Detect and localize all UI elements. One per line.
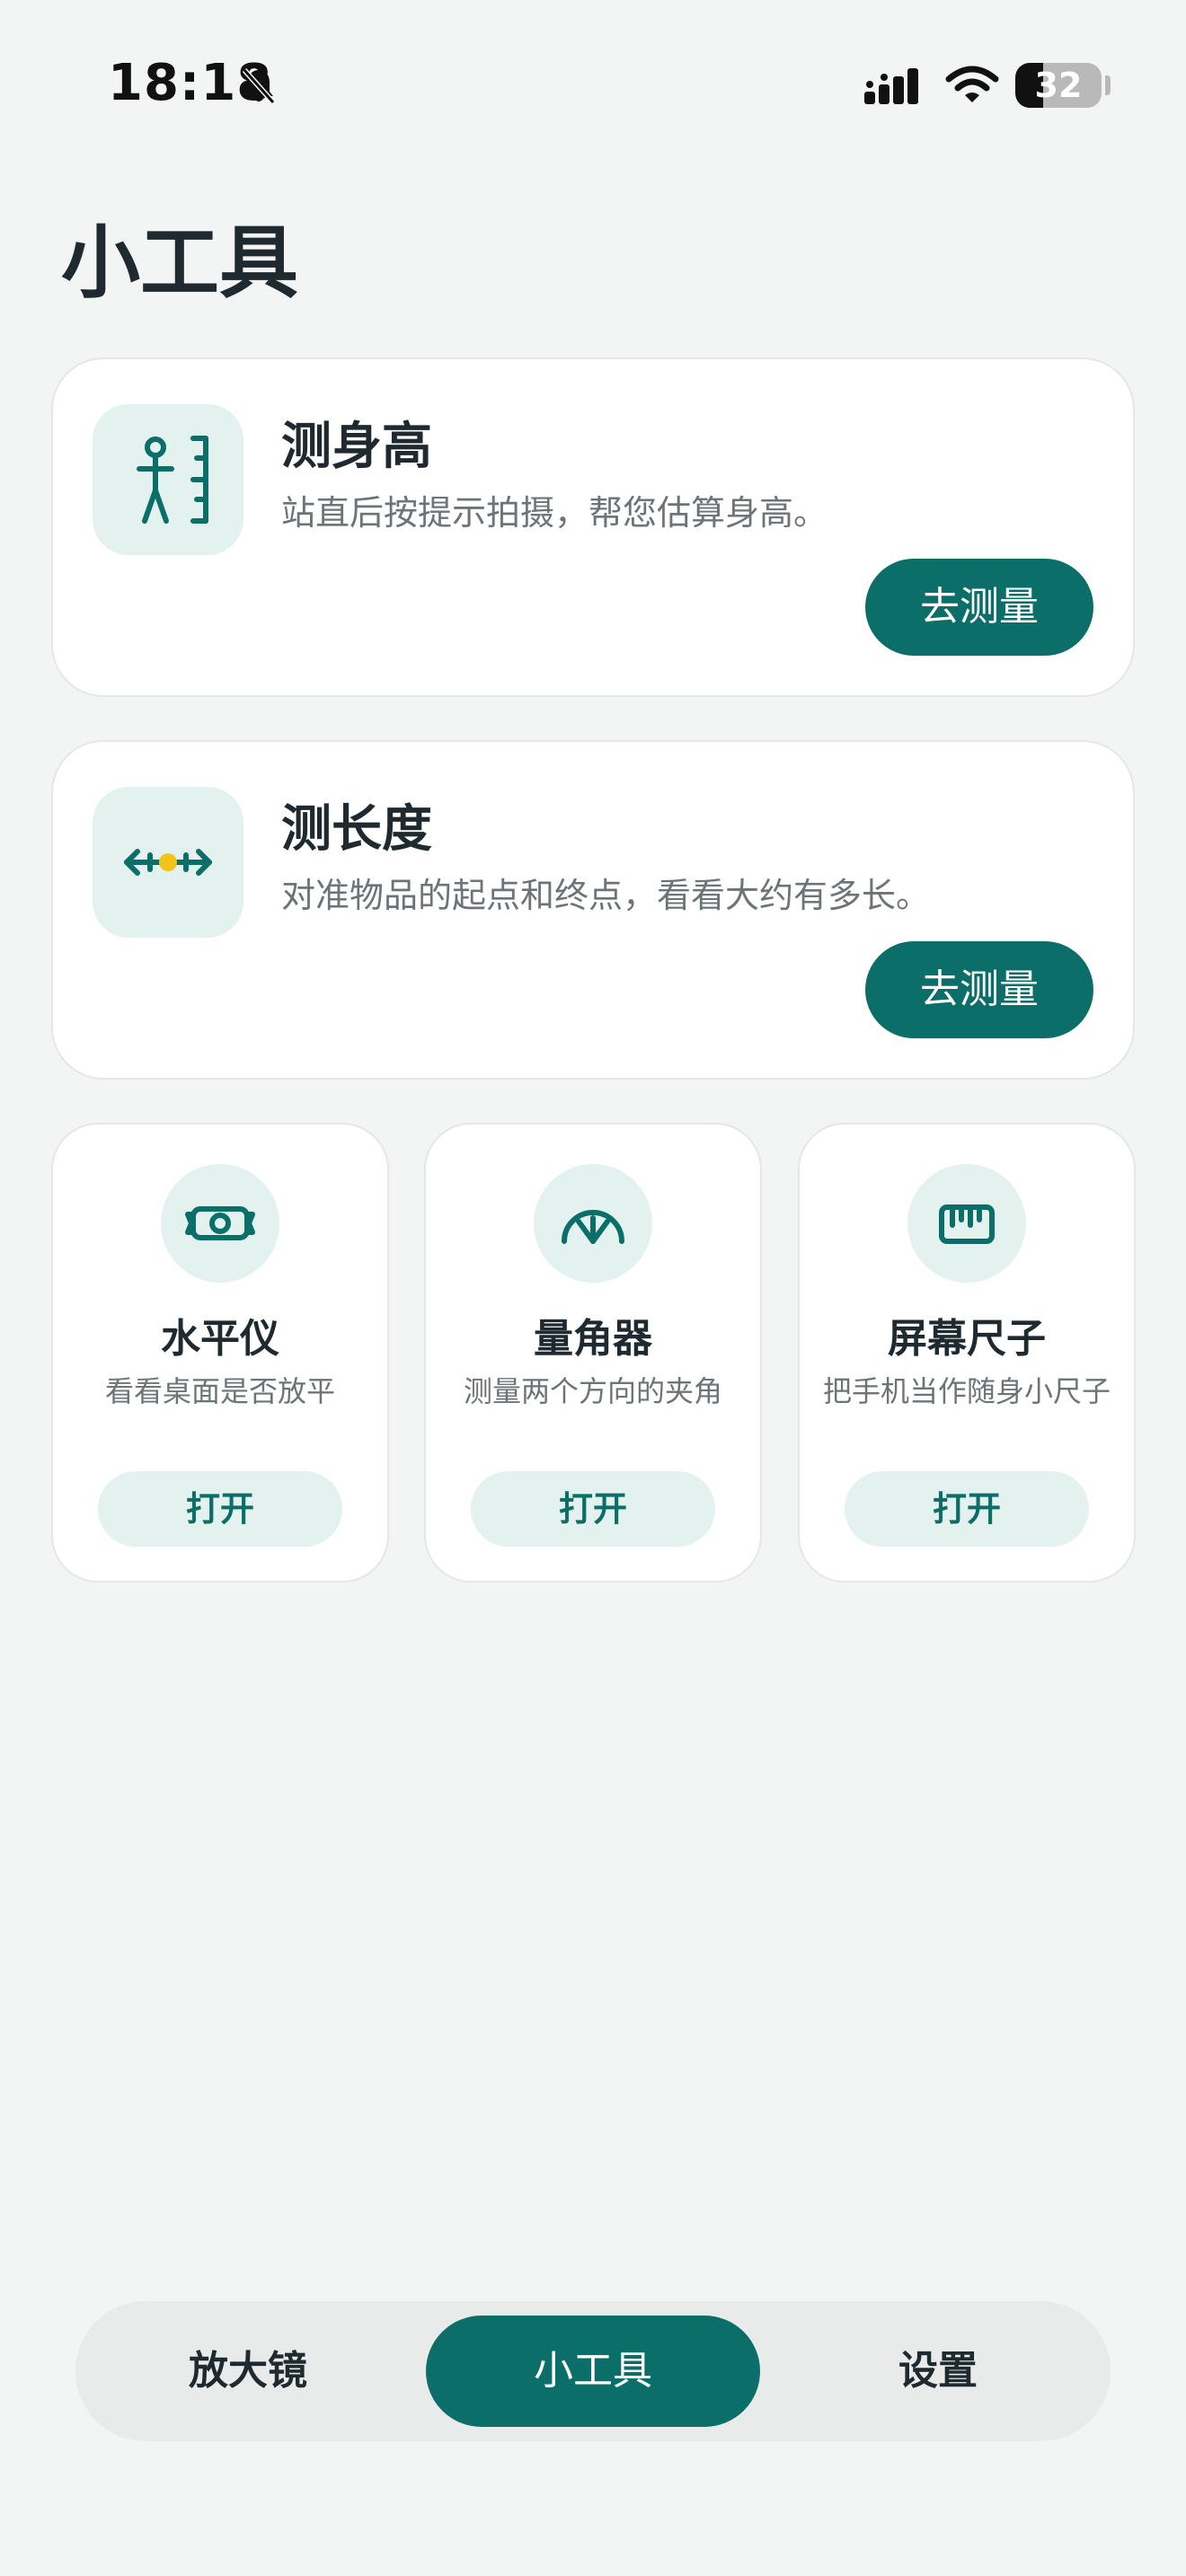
tool-description: 测量两个方向的夹角 bbox=[463, 1374, 722, 1408]
tool-card-protractor: 量角器 测量两个方向的夹角 打开 bbox=[424, 1123, 762, 1583]
nav-tab-magnifier[interactable]: 放大镜 bbox=[81, 2316, 415, 2427]
page-title: 小工具 bbox=[61, 216, 299, 309]
tool-card-height: 测身高 站直后按提示拍摄，帮您估算身高。 去测量 bbox=[51, 357, 1135, 697]
tool-icon-box bbox=[93, 404, 243, 555]
tool-title: 测身高 bbox=[281, 418, 432, 476]
tool-title: 量角器 bbox=[534, 1316, 652, 1362]
battery-level: 32 bbox=[1034, 66, 1083, 105]
bottom-nav: 放大镜 小工具 设置 bbox=[75, 2301, 1111, 2441]
open-level-button[interactable]: 打开 bbox=[98, 1471, 342, 1547]
length-arrows-icon bbox=[124, 849, 212, 876]
measure-height-button[interactable]: 去测量 bbox=[865, 559, 1093, 656]
battery-icon: 32 bbox=[1015, 63, 1102, 108]
nav-tab-settings[interactable]: 设置 bbox=[771, 2316, 1105, 2427]
tool-icon-circle bbox=[161, 1164, 279, 1283]
tool-icon-circle bbox=[534, 1164, 652, 1283]
tool-title: 水平仪 bbox=[161, 1316, 279, 1362]
tool-card-screen-ruler: 屏幕尺子 把手机当作随身小尺子 打开 bbox=[798, 1123, 1136, 1583]
open-screen-ruler-button[interactable]: 打开 bbox=[845, 1471, 1089, 1547]
status-bar: 18:18 32 bbox=[0, 0, 1186, 171]
battery-tip bbox=[1105, 75, 1111, 95]
tool-description: 把手机当作随身小尺子 bbox=[822, 1374, 1111, 1408]
open-protractor-button[interactable]: 打开 bbox=[471, 1471, 715, 1547]
level-icon bbox=[185, 1206, 255, 1240]
tool-title: 测长度 bbox=[281, 800, 432, 859]
tool-description: 看看桌面是否放平 bbox=[104, 1374, 335, 1408]
bell-muted-icon bbox=[242, 68, 276, 104]
tool-card-length: 测长度 对准物品的起点和终点，看看大约有多长。 去测量 bbox=[51, 740, 1135, 1080]
ruler-icon bbox=[939, 1204, 995, 1244]
tool-icon-circle bbox=[907, 1164, 1026, 1283]
measure-length-button[interactable]: 去测量 bbox=[865, 941, 1093, 1038]
wifi-icon bbox=[945, 66, 999, 102]
height-ruler-icon bbox=[137, 436, 208, 524]
tool-title: 屏幕尺子 bbox=[888, 1316, 1046, 1362]
tool-description: 站直后按提示拍摄，帮您估算身高。 bbox=[281, 493, 828, 533]
nav-tab-tools[interactable]: 小工具 bbox=[426, 2316, 760, 2427]
signal-icon bbox=[864, 68, 918, 104]
tool-description: 对准物品的起点和终点，看看大约有多长。 bbox=[281, 876, 931, 915]
tool-card-level: 水平仪 看看桌面是否放平 打开 bbox=[51, 1123, 389, 1583]
protractor-icon bbox=[562, 1210, 624, 1244]
tool-icon-box bbox=[93, 787, 243, 938]
